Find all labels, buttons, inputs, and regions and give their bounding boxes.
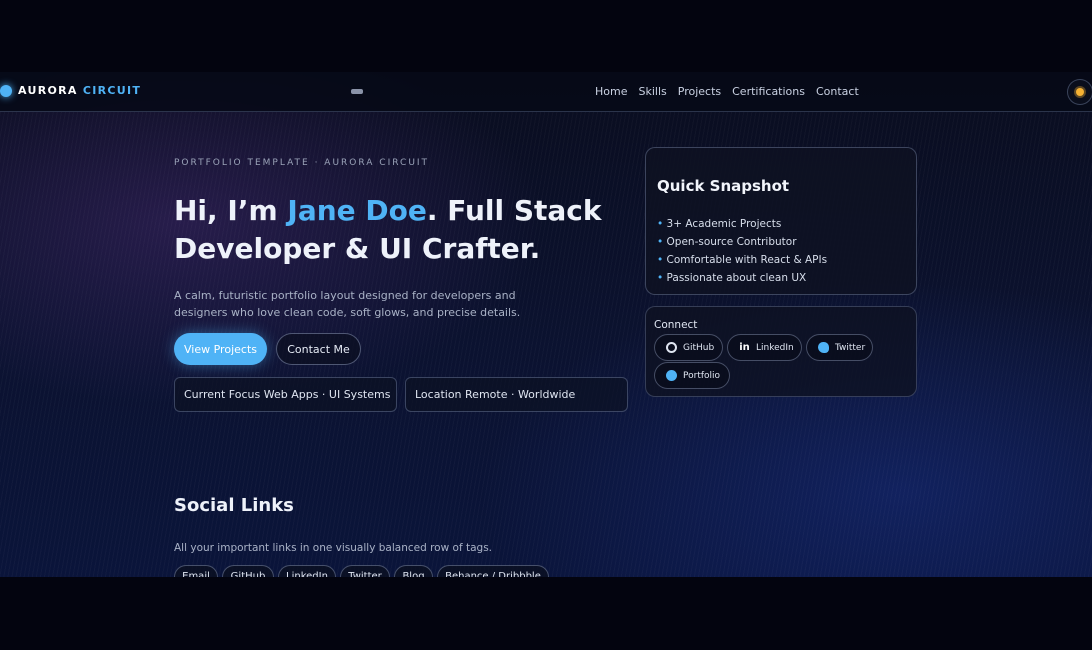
connect-linkedin-link[interactable]: in LinkedIn: [727, 334, 802, 361]
connect-github-link[interactable]: GitHub: [654, 334, 723, 361]
social-links-description: All your important links in one visually…: [174, 542, 493, 554]
current-focus-card: Current Focus Web Apps · UI Systems: [174, 377, 397, 412]
snapshot-title: Quick Snapshot: [657, 177, 790, 195]
connect-portfolio-link[interactable]: Portfolio: [654, 362, 730, 389]
connect-link-label: LinkedIn: [756, 342, 794, 353]
snapshot-list: 3+ Academic Projects Open-source Contrib…: [657, 215, 828, 287]
globe-icon: [666, 370, 677, 381]
social-tag-twitter[interactable]: Twitter: [340, 565, 390, 577]
location-card: Location Remote · Worldwide: [405, 377, 628, 412]
linkedin-icon: in: [739, 342, 750, 353]
page-frame: AURORA CIRCUIT Home Skills Projects Cert…: [0, 72, 1092, 577]
social-tag-behance-dribbble[interactable]: Behance / Dribbble: [437, 565, 549, 577]
hero-eyebrow: PORTFOLIO TEMPLATE · AURORA CIRCUIT: [174, 158, 430, 168]
snapshot-item: 3+ Academic Projects: [657, 215, 827, 233]
connect-link-label: Portfolio: [683, 370, 721, 381]
brand-logo[interactable]: AURORA CIRCUIT: [0, 84, 141, 97]
snapshot-item: Comfortable with React & APIs: [657, 251, 828, 269]
connect-title: Connect: [654, 319, 698, 331]
nav-link-projects[interactable]: Projects: [678, 85, 721, 98]
nav-link-skills[interactable]: Skills: [638, 85, 666, 98]
snapshot-item: Open-source Contributor: [657, 233, 827, 251]
hero-description: A calm, futuristic portfolio layout desi…: [174, 289, 521, 319]
sun-icon: [1076, 88, 1084, 96]
connect-card: Connect GitHub in LinkedIn Twitter Portfo…: [645, 306, 917, 397]
hero-title: Hi, I’m Jane Doe. Full Stack Developer &…: [174, 192, 614, 268]
brand-name: AURORA CIRCUIT: [18, 84, 141, 97]
theme-toggle-button[interactable]: [1067, 79, 1092, 105]
connect-twitter-link[interactable]: Twitter: [806, 334, 873, 361]
brand-name-part1: AURORA: [18, 84, 78, 97]
social-tag-linkedin[interactable]: LinkedIn: [278, 565, 336, 577]
contact-me-button[interactable]: Contact Me: [276, 333, 361, 365]
social-tag-blog[interactable]: Blog: [394, 565, 433, 577]
nav-link-contact[interactable]: Contact: [816, 85, 859, 98]
twitter-icon: [818, 342, 829, 353]
connect-link-label: GitHub: [683, 342, 715, 353]
github-icon: [666, 342, 677, 353]
nav-link-certifications[interactable]: Certifications: [732, 85, 805, 98]
brand-name-part2: CIRCUIT: [82, 84, 142, 97]
hero-title-name: Jane Doe: [287, 194, 427, 227]
menu-toggle-icon[interactable]: [351, 89, 363, 94]
wave-texture: [0, 112, 1092, 577]
snapshot-item: Passionate about clean UX: [657, 269, 827, 287]
quick-snapshot-card: Quick Snapshot 3+ Academic Projects Open…: [645, 147, 917, 295]
view-projects-button[interactable]: View Projects: [174, 333, 267, 365]
social-tag-email[interactable]: Email: [174, 565, 218, 577]
navbar: AURORA CIRCUIT Home Skills Projects Cert…: [0, 72, 1092, 112]
connect-link-label: Twitter: [835, 342, 866, 353]
brand-dot-icon: [0, 84, 12, 97]
nav-link-home[interactable]: Home: [595, 85, 627, 98]
nav-links: Home Skills Projects Certifications Cont…: [595, 85, 859, 98]
hero-title-prefix: Hi, I’m: [174, 194, 288, 227]
social-tag-github[interactable]: GitHub: [222, 565, 274, 577]
social-links-title: Social Links: [174, 495, 294, 516]
